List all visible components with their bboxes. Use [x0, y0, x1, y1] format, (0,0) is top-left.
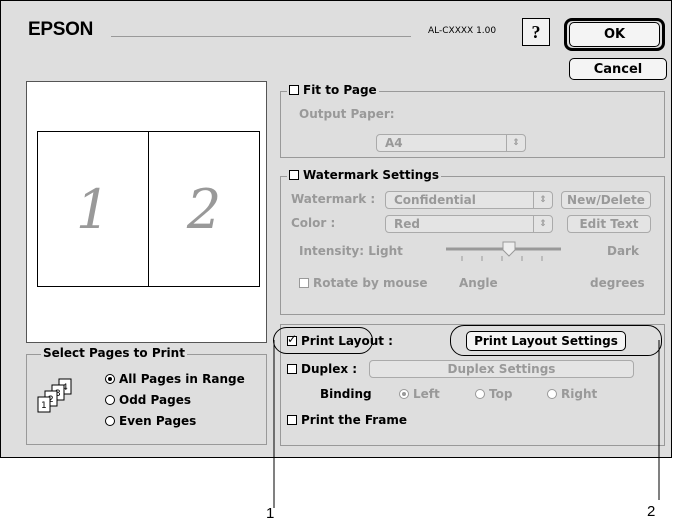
callout-lines: [273, 340, 660, 508]
callout-1: 1: [266, 505, 275, 522]
callout-2: 2: [647, 503, 656, 520]
